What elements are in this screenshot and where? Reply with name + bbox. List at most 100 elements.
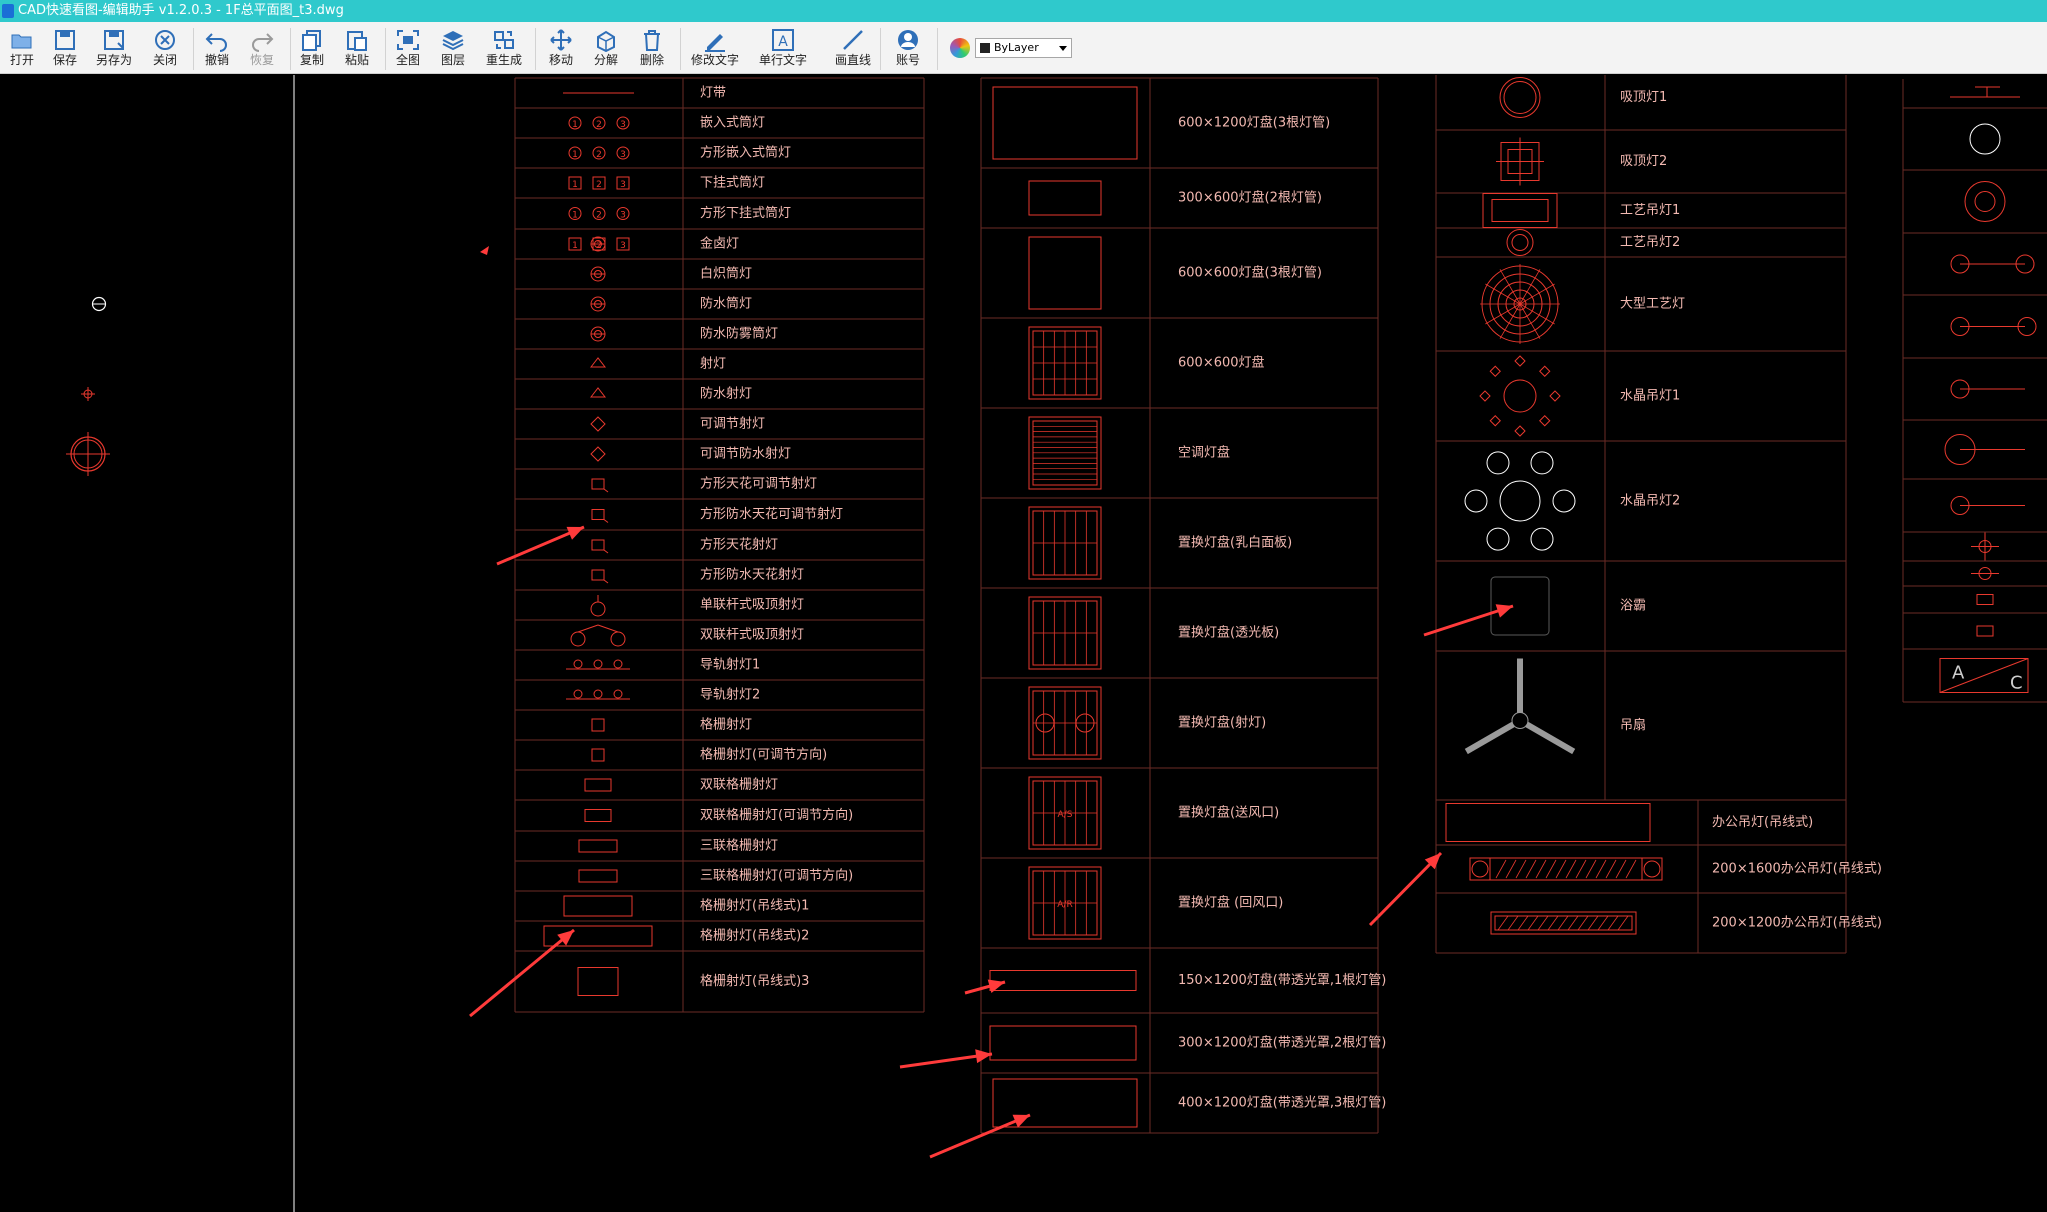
legend-label: 浴霸 (1620, 599, 1646, 614)
legend-label: 可调节防水射灯 (700, 446, 791, 462)
explode-button[interactable]: 分解 (584, 26, 628, 72)
legend-label: 置换灯盘(送风口) (1178, 805, 1279, 821)
app-icon (2, 4, 14, 18)
downlight-number: 3 (620, 180, 626, 190)
square-spot-tail (603, 579, 609, 584)
crystal-pendant-1-drop (1489, 365, 1501, 377)
delete-button[interactable]: 删除 (630, 26, 674, 72)
office-pendant-1600-symbol (1469, 857, 1663, 881)
crystal-pendant-2-bulb (1552, 489, 1576, 513)
double-pole-spot-symbol (570, 631, 586, 647)
legend-label: 白炽筒灯 (700, 266, 752, 282)
single-text-button[interactable]: A 单行文字 (757, 26, 809, 72)
legend-label: 射灯 (700, 356, 726, 372)
layer-color-swatch (980, 43, 990, 53)
edit-text-button[interactable]: 修改文字 (690, 26, 740, 72)
triple-grille-spot-symbol (578, 869, 618, 883)
regenerate-button[interactable]: 重生成 (482, 26, 526, 72)
chevron-down-icon (1059, 46, 1067, 51)
legend-label: 吸顶灯2 (1620, 154, 1667, 169)
legend-label: 方形天花射灯 (700, 537, 778, 553)
close-icon (155, 30, 175, 50)
account-button[interactable]: 账号 (886, 26, 930, 72)
paste-button[interactable]: 粘贴 (335, 26, 379, 72)
col4-ring-symbol (1969, 123, 2001, 155)
office-pendant-end (1643, 860, 1661, 878)
edit-text-icon (705, 34, 725, 52)
layer-dropdown[interactable]: ByLayer (975, 38, 1072, 58)
panel-600x1200-symbol (992, 86, 1138, 160)
open-button[interactable]: 打开 (0, 26, 44, 72)
office-pendant-hatch (1557, 915, 1569, 931)
office-pendant-hatch (1495, 859, 1507, 879)
crystal-pendant-2-bulb (1530, 527, 1554, 551)
legend-label: 办公吊灯(吊线式) (1712, 815, 1813, 830)
move-button[interactable]: 移动 (539, 26, 583, 72)
annotation-arrow-head (975, 1049, 992, 1064)
downlight-number: 3 (620, 211, 626, 221)
undo-button[interactable]: 撤销 (195, 26, 239, 72)
office-pendant-hatch (1505, 859, 1517, 879)
legend-label: 方形防水天花射灯 (700, 567, 804, 583)
square-spot-tail (603, 488, 609, 493)
office-pendant-hatch (1617, 915, 1629, 931)
layers-button[interactable]: 图层 (431, 26, 475, 72)
col4-target-symbol (1964, 181, 2006, 222)
panel-150x1200-symbol (989, 970, 1137, 991)
office-pendant-1200-inner (1494, 915, 1633, 931)
draw-line-button[interactable]: 画直线 (831, 26, 875, 72)
redo-button[interactable]: 恢复 (240, 26, 284, 72)
legend-label: 格栅射灯 (700, 717, 752, 733)
legend-label: 600×600灯盘(3根灯管) (1178, 265, 1322, 281)
paste-icon (347, 31, 367, 51)
double-grille-spot-symbol (584, 809, 612, 822)
track-spot-symbol (573, 689, 583, 699)
save-as-button[interactable]: 另存为 (92, 26, 136, 72)
downlight-number: 1 (572, 211, 578, 221)
legend-label: 300×600灯盘(2根灯管) (1178, 190, 1322, 206)
panel-400x1200-symbol (992, 1078, 1138, 1128)
legend-label: 金卤灯 (700, 236, 739, 252)
toolbar-separator (535, 28, 536, 70)
legend-label: 方形嵌入式筒灯 (700, 145, 791, 161)
annotation-arrow-shaft (469, 928, 575, 1018)
copy-button[interactable]: 复制 (290, 26, 334, 72)
office-pendant-hatch (1625, 859, 1637, 879)
legend-label: 防水射灯 (700, 386, 752, 402)
office-pendant-hatch (1525, 859, 1537, 879)
legend-label: 双联格栅射灯 (700, 777, 778, 793)
drawing-canvas[interactable]: 1 2 3 1 2 3 1 2 3 1 2 3 1 2 3 A/S A/R A C 灯带 嵌入式筒灯 方形嵌入式筒灯 下挂… (0, 75, 2047, 1212)
triple-grille-spot-symbol (578, 839, 618, 853)
close-button[interactable]: 关闭 (143, 26, 187, 72)
save-button[interactable]: 保存 (43, 26, 87, 72)
legend-label: 三联格栅射灯 (700, 838, 778, 854)
crystal-pendant-1-drop (1514, 425, 1526, 437)
office-pendant-hatch (1535, 859, 1547, 879)
legend-label: 置换灯盘(透光板) (1178, 625, 1279, 641)
downlight-number: 2 (596, 180, 602, 190)
legend-label: 双联杆式吸顶射灯 (700, 627, 804, 643)
grille-spot-symbol (591, 748, 605, 762)
save-as-icon (104, 30, 124, 50)
downlight-number: 2 (596, 120, 602, 130)
office-pendant-end (1471, 860, 1489, 878)
color-picker-icon[interactable] (950, 38, 970, 58)
ceiling-light-1-inner (1503, 81, 1537, 114)
title-bar: CAD快速看图-编辑助手 v1.2.0.3 - 1F总平面图_t3.dwg (0, 0, 2047, 22)
downlight-number: 1 (572, 150, 578, 160)
downlight-number: 2 (596, 150, 602, 160)
double-pole-spot-symbol (610, 631, 626, 647)
annotation-arrows-layer (469, 525, 1514, 1159)
square-spot-symbol (591, 509, 605, 520)
office-pendant-hatch (1527, 915, 1539, 931)
layer-dropdown-value: ByLayer (994, 41, 1039, 54)
office-pendant-symbol (1445, 803, 1651, 842)
craft-pendant-1-symbol (1482, 193, 1558, 228)
track-spot-symbol (573, 659, 583, 669)
fit-all-button[interactable]: 全图 (386, 26, 430, 72)
crystal-pendant-1-drop (1514, 355, 1526, 367)
move-icon (550, 29, 572, 51)
office-pendant-hatch (1565, 859, 1577, 879)
legend-label: 置换灯盘(乳白面板) (1178, 535, 1292, 551)
legend-label: 工艺吊灯2 (1620, 235, 1680, 250)
